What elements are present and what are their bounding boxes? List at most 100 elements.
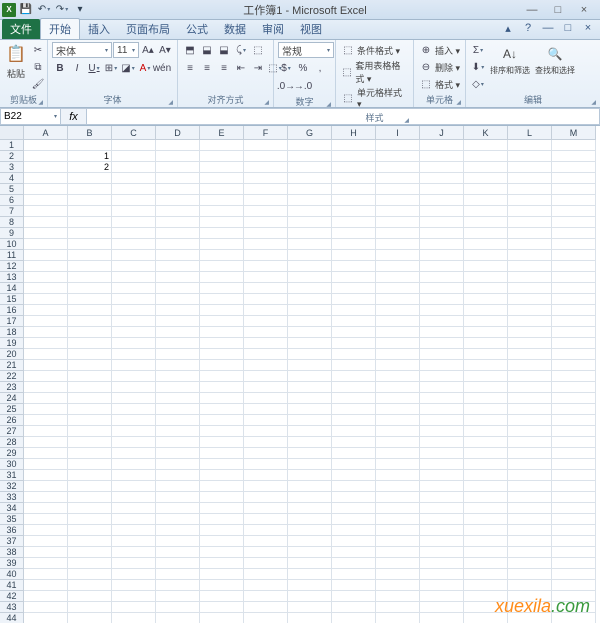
cell[interactable] (420, 558, 464, 569)
cell[interactable] (200, 338, 244, 349)
cell[interactable] (112, 316, 156, 327)
minimize-button[interactable]: — (522, 4, 542, 16)
cell[interactable] (464, 294, 508, 305)
cell[interactable] (464, 426, 508, 437)
cell[interactable] (332, 250, 376, 261)
cell[interactable] (376, 514, 420, 525)
tab-file[interactable]: 文件 (2, 19, 40, 39)
orientation-icon[interactable]: ⤹ (233, 42, 249, 58)
cell[interactable] (376, 437, 420, 448)
cell[interactable] (68, 514, 112, 525)
cell[interactable] (420, 613, 464, 623)
row-header[interactable]: 10 (0, 239, 24, 250)
cell[interactable] (376, 316, 420, 327)
cell[interactable] (420, 184, 464, 195)
cell[interactable] (552, 283, 596, 294)
cell[interactable] (552, 228, 596, 239)
cell[interactable] (288, 371, 332, 382)
cell[interactable] (244, 283, 288, 294)
cell[interactable] (464, 470, 508, 481)
bold-button[interactable]: B (52, 60, 68, 76)
cell[interactable] (112, 272, 156, 283)
cell[interactable] (288, 250, 332, 261)
cell[interactable] (420, 206, 464, 217)
cell[interactable] (156, 360, 200, 371)
format-as-table-button[interactable]: ⬚套用表格格式 ▾ (340, 59, 409, 85)
cell[interactable] (464, 371, 508, 382)
cell[interactable] (244, 558, 288, 569)
cell[interactable] (376, 613, 420, 623)
cell[interactable] (464, 151, 508, 162)
cell[interactable] (24, 459, 68, 470)
maximize-button[interactable]: □ (548, 4, 568, 16)
cell[interactable] (376, 602, 420, 613)
cell[interactable] (332, 613, 376, 623)
cell[interactable] (552, 140, 596, 151)
cell[interactable] (508, 184, 552, 195)
cell[interactable] (200, 470, 244, 481)
cell[interactable] (288, 173, 332, 184)
cell[interactable] (332, 448, 376, 459)
cell[interactable] (200, 514, 244, 525)
cell[interactable] (68, 613, 112, 623)
cell[interactable] (552, 305, 596, 316)
decrease-decimal-icon[interactable]: →.0 (295, 78, 311, 94)
cell[interactable] (68, 393, 112, 404)
cell[interactable] (200, 503, 244, 514)
cell[interactable] (376, 272, 420, 283)
cell[interactable] (376, 162, 420, 173)
cell[interactable] (332, 558, 376, 569)
cell[interactable] (112, 591, 156, 602)
cell[interactable] (112, 536, 156, 547)
row-header[interactable]: 23 (0, 382, 24, 393)
cell[interactable] (156, 228, 200, 239)
cell[interactable] (552, 316, 596, 327)
cell[interactable] (200, 239, 244, 250)
cell[interactable] (156, 173, 200, 184)
cell[interactable] (288, 360, 332, 371)
cell[interactable] (508, 250, 552, 261)
cell[interactable] (552, 173, 596, 184)
cell[interactable] (244, 272, 288, 283)
cell[interactable] (200, 602, 244, 613)
cell[interactable] (68, 448, 112, 459)
cell[interactable] (288, 448, 332, 459)
cell[interactable] (156, 503, 200, 514)
cell[interactable] (68, 283, 112, 294)
cell[interactable] (200, 151, 244, 162)
cell[interactable] (332, 426, 376, 437)
cell[interactable] (24, 481, 68, 492)
cell[interactable] (200, 580, 244, 591)
cell[interactable] (200, 294, 244, 305)
cell[interactable] (332, 294, 376, 305)
cell[interactable] (464, 305, 508, 316)
cell[interactable] (156, 448, 200, 459)
cell[interactable] (244, 228, 288, 239)
cell[interactable] (376, 338, 420, 349)
cell[interactable] (420, 459, 464, 470)
cell[interactable] (244, 470, 288, 481)
cell[interactable] (376, 580, 420, 591)
conditional-format-button[interactable]: ⬚条件格式 ▾ (340, 42, 400, 58)
cell[interactable] (156, 371, 200, 382)
cell[interactable] (288, 338, 332, 349)
cell[interactable] (112, 283, 156, 294)
cell-styles-button[interactable]: ⬚单元格样式 ▾ (340, 86, 409, 110)
column-header[interactable]: H (332, 126, 376, 140)
cell[interactable] (24, 250, 68, 261)
cell[interactable] (332, 283, 376, 294)
cell[interactable] (200, 371, 244, 382)
cell[interactable] (24, 569, 68, 580)
row-header[interactable]: 6 (0, 195, 24, 206)
cell[interactable] (156, 481, 200, 492)
cell[interactable] (332, 437, 376, 448)
underline-button[interactable]: U (86, 60, 102, 76)
cell[interactable] (508, 437, 552, 448)
cell[interactable] (244, 492, 288, 503)
cell[interactable] (24, 206, 68, 217)
cell[interactable] (508, 173, 552, 184)
cell[interactable] (332, 514, 376, 525)
font-size-combo[interactable]: 11▾ (113, 42, 139, 58)
cell[interactable] (420, 261, 464, 272)
cell[interactable] (112, 613, 156, 623)
